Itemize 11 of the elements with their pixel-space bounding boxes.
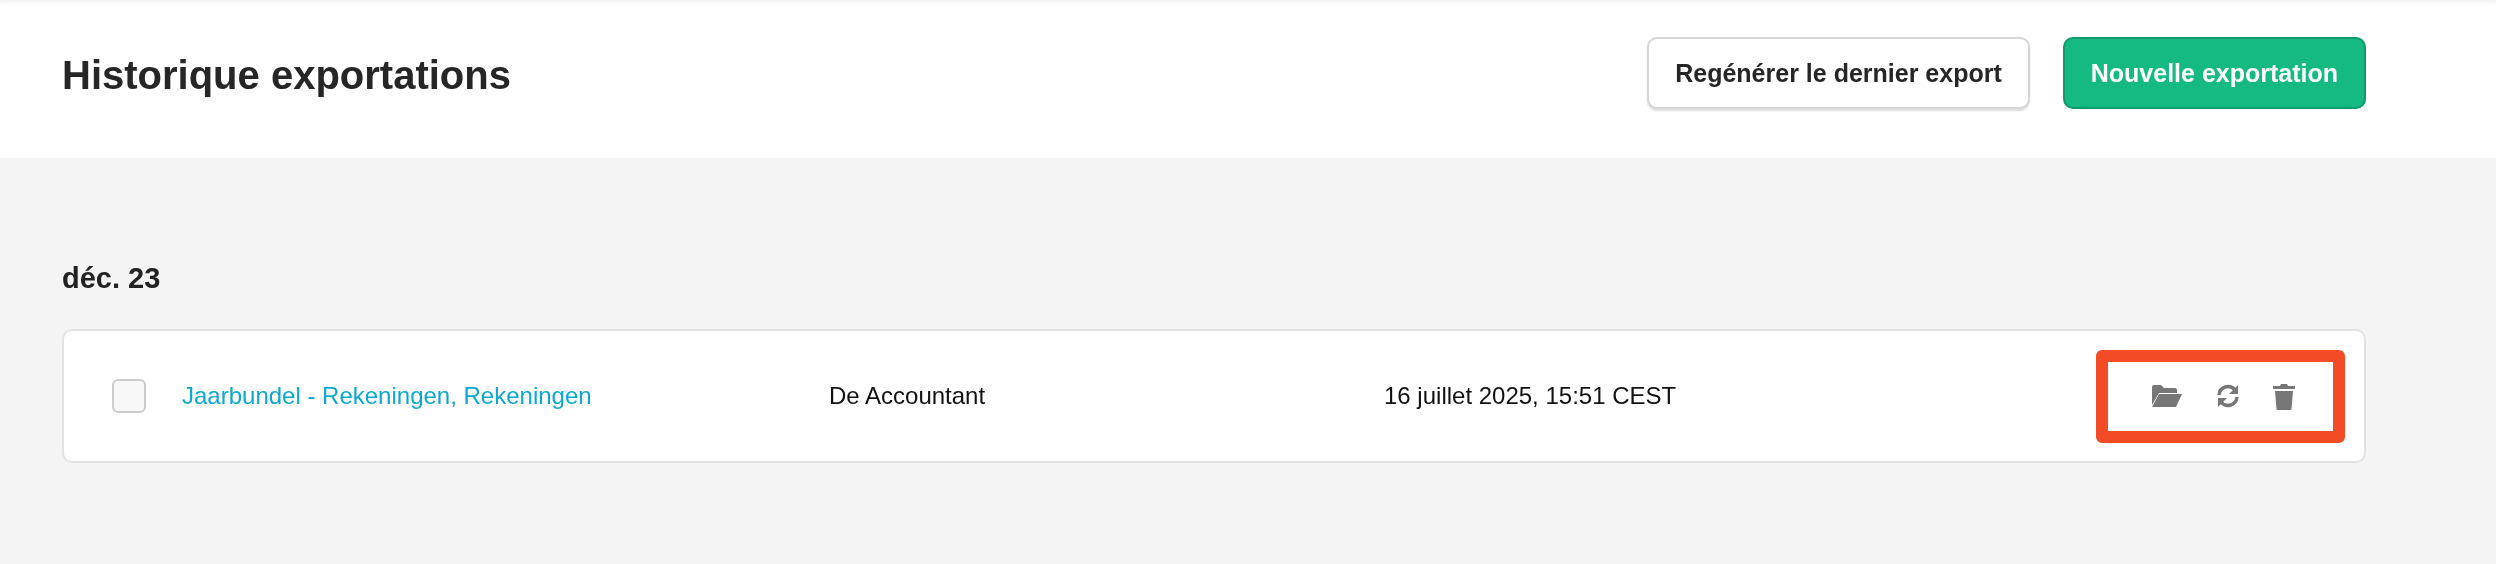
date-group-heading: déc. 23: [62, 262, 162, 295]
refresh-icon[interactable]: [2215, 383, 2241, 409]
export-name-link[interactable]: Jaarbundel - Rekeningen, Rekeningen: [182, 382, 829, 410]
trash-icon[interactable]: [2273, 382, 2295, 410]
page-title: Historique exportations: [62, 52, 511, 98]
new-export-button[interactable]: Nouvelle exportation: [2062, 37, 2366, 109]
row-checkbox[interactable]: [112, 379, 146, 413]
date-text: 16 juillet 2025, 15:51 CEST: [1384, 382, 1678, 410]
folder-icon[interactable]: [2151, 384, 2183, 408]
author-text: De Accountant: [829, 382, 987, 410]
regenerate-button[interactable]: Regénérer le dernier export: [1647, 37, 2030, 109]
